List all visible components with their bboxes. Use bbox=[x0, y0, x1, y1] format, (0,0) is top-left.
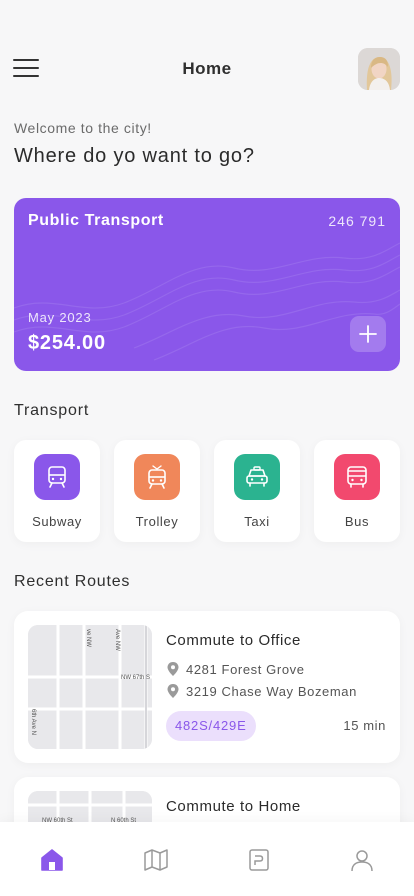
transport-label: Taxi bbox=[244, 514, 270, 529]
transport-card[interactable]: Public Transport 246 791 May 2023 $254.0… bbox=[14, 198, 400, 371]
route-origin: 4281 Forest Grove bbox=[166, 661, 305, 677]
recent-routes-title: Recent Routes bbox=[14, 573, 131, 590]
transport-subway[interactable]: Subway bbox=[14, 440, 100, 542]
transport-section-title: Transport bbox=[14, 402, 90, 419]
nav-ticket[interactable] bbox=[245, 846, 273, 874]
welcome-text: Welcome to the city! bbox=[14, 120, 152, 136]
route-destination-text: 3219 Chase Way Bozeman bbox=[186, 683, 357, 699]
bottom-navigation bbox=[0, 822, 414, 896]
location-pin-icon bbox=[167, 684, 179, 698]
card-balance: $254.00 bbox=[28, 332, 106, 354]
map-street-label: Ave NW bbox=[114, 629, 120, 651]
transport-bus[interactable]: Bus bbox=[314, 440, 400, 542]
transport-label: Bus bbox=[344, 514, 370, 529]
taxi-icon bbox=[234, 454, 280, 500]
headline: Where do yo want to go? bbox=[14, 145, 255, 167]
transport-label: Subway bbox=[32, 514, 82, 529]
card-title: Public Transport bbox=[28, 212, 164, 229]
route-destination: 3219 Chase Way Bozeman bbox=[166, 683, 357, 699]
route-origin-text: 4281 Forest Grove bbox=[186, 661, 305, 677]
transport-options: Subway Trolley Taxi Bus bbox=[14, 440, 400, 542]
page-title: Home bbox=[182, 59, 232, 78]
route-duration: 15 min bbox=[343, 718, 386, 733]
plus-icon bbox=[359, 325, 377, 343]
route-code-badge: 482S/429E bbox=[166, 711, 256, 741]
transport-label: Trolley bbox=[135, 514, 179, 529]
route-card[interactable]: ve NW Ave NW NW 67th S 6th Ave N Commute… bbox=[14, 611, 400, 763]
ticket-icon bbox=[249, 849, 269, 871]
map-street-label: ve NW bbox=[85, 629, 91, 647]
header: Home bbox=[0, 44, 414, 96]
nav-map[interactable] bbox=[142, 846, 170, 874]
add-funds-button[interactable] bbox=[350, 316, 386, 352]
route-title: Commute to Home bbox=[166, 798, 301, 815]
route-map-thumbnail: ve NW Ave NW NW 67th S 6th Ave N bbox=[28, 625, 152, 749]
avatar[interactable] bbox=[358, 48, 400, 90]
map-street-label: 6th Ave N bbox=[30, 709, 36, 735]
trolley-icon bbox=[134, 454, 180, 500]
route-title: Commute to Office bbox=[166, 632, 301, 649]
location-pin-icon bbox=[167, 662, 179, 676]
transport-trolley[interactable]: Trolley bbox=[114, 440, 200, 542]
home-icon bbox=[41, 849, 63, 871]
map-street-label: NW 67th S bbox=[121, 675, 150, 681]
subway-icon bbox=[34, 454, 80, 500]
nav-profile[interactable] bbox=[348, 846, 376, 874]
card-date: May 2023 bbox=[28, 310, 92, 325]
transport-taxi[interactable]: Taxi bbox=[214, 440, 300, 542]
map-icon bbox=[144, 849, 168, 871]
nav-home[interactable] bbox=[38, 846, 66, 874]
card-number: 246 791 bbox=[328, 213, 386, 229]
profile-icon bbox=[351, 850, 373, 872]
bus-icon bbox=[334, 454, 380, 500]
